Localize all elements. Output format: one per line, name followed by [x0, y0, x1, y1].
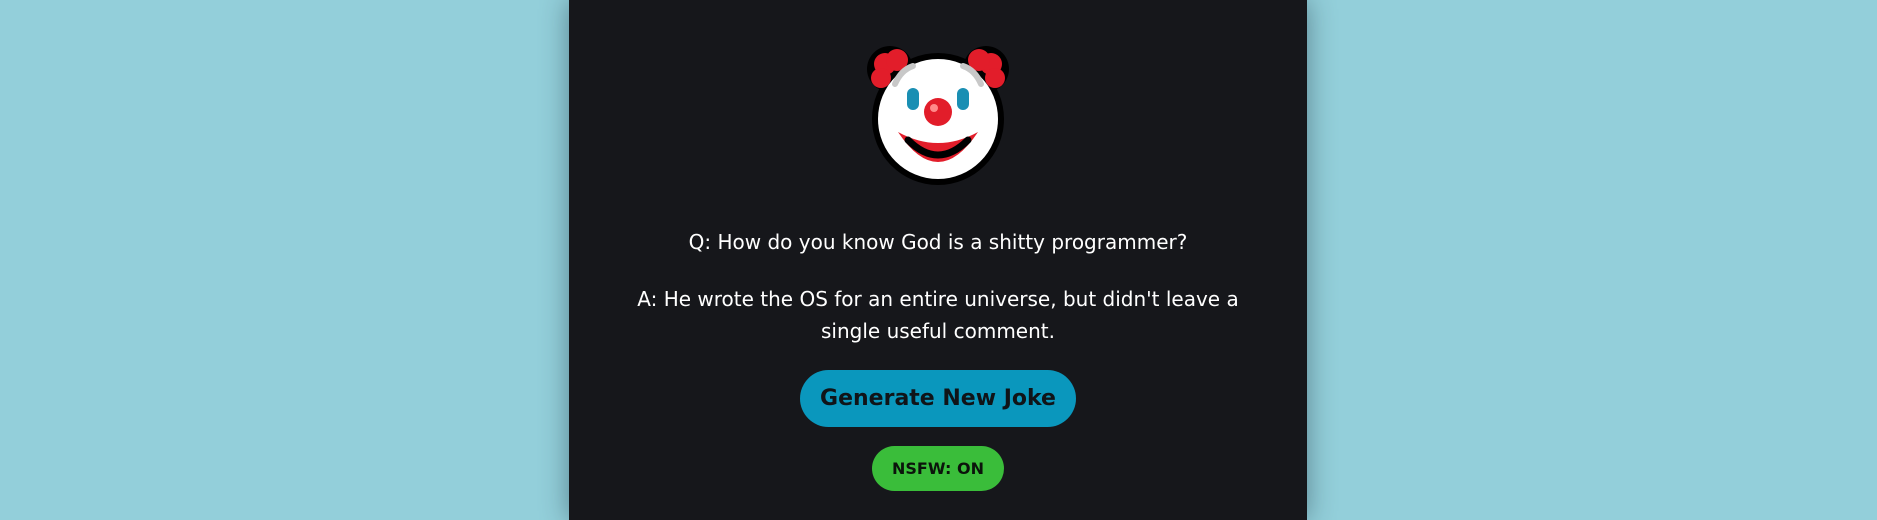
- joke-card: Q: How do you know God is a shitty progr…: [569, 0, 1307, 520]
- nsfw-toggle-button[interactable]: NSFW: ON: [872, 446, 1004, 491]
- clown-face-icon: [867, 46, 1009, 185]
- generate-new-joke-button[interactable]: Generate New Joke: [800, 370, 1076, 427]
- joke-question: Q: How do you know God is a shitty progr…: [688, 230, 1188, 254]
- joke-answer: A: He wrote the OS for an entire univers…: [637, 287, 1239, 343]
